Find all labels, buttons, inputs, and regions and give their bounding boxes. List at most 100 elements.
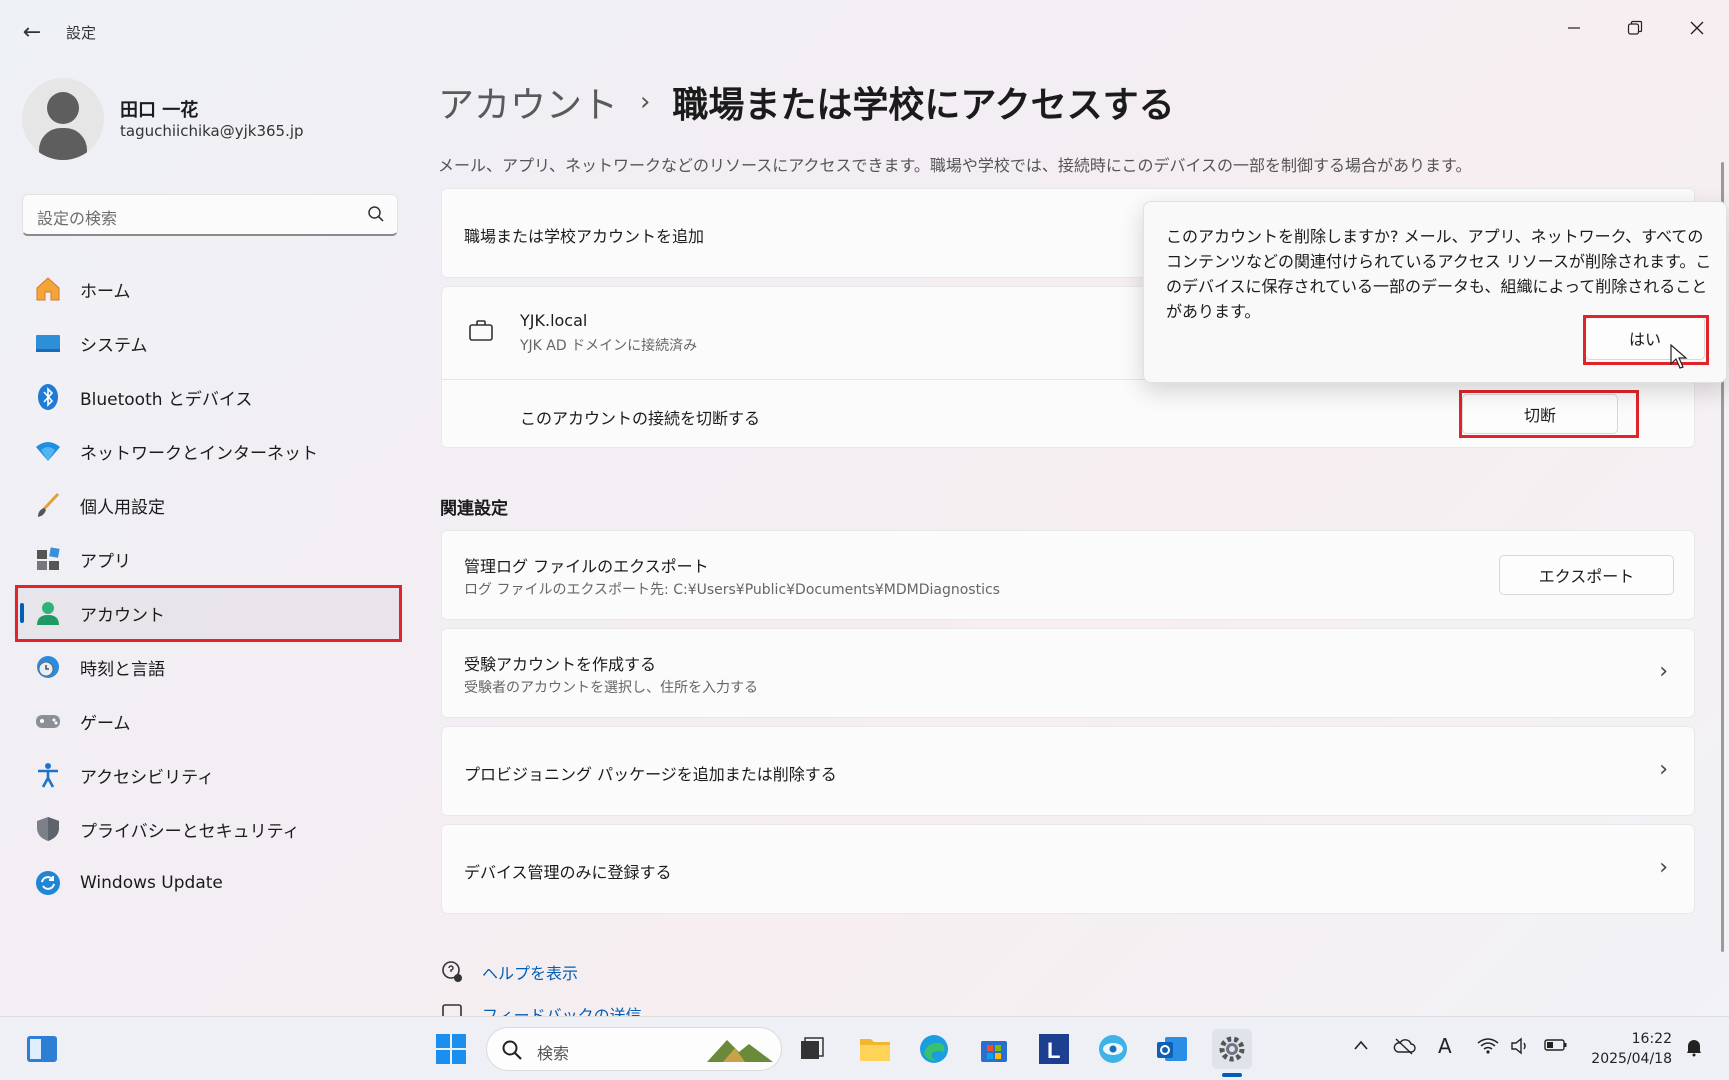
bluetooth-icon [34, 383, 62, 411]
sidebar-item-accessibility[interactable]: アクセシビリティ [14, 748, 402, 802]
provisioning-package-card[interactable]: プロビジョニング パッケージを追加または削除する › [441, 726, 1695, 816]
sidebar-item-home[interactable]: ホーム [14, 262, 402, 316]
chevron-right-icon: › [640, 87, 651, 117]
app-title: 設定 [66, 24, 97, 42]
help-link[interactable]: ヘルプを表示 [482, 960, 578, 984]
export-button[interactable]: エクスポート [1499, 555, 1674, 595]
avatar [22, 78, 104, 160]
highlight-box-accounts [15, 585, 402, 642]
breadcrumb: アカウント › 職場または学校にアクセスする [438, 76, 1175, 128]
sidebar-item-time-language[interactable]: 時刻と言語 [14, 640, 402, 694]
sidebar-item-label: ゲーム [80, 713, 131, 734]
chevron-right-icon: › [1659, 659, 1668, 684]
wifi-icon[interactable] [1477, 1037, 1499, 1059]
sidebar-item-label: ホーム [80, 281, 131, 302]
accessibility-icon [34, 761, 62, 789]
taskbar-search-placeholder: 検索 [537, 1044, 570, 1063]
exam-account-sub: 受験者のアカウントを選択し、住所を入力する [464, 680, 758, 696]
help-link-row[interactable]: ヘルプを表示 [440, 960, 578, 984]
sidebar-item-windows-update[interactable]: Windows Update [14, 856, 402, 910]
system-clock[interactable]: 16:22 2025/04/18 [1588, 1029, 1672, 1069]
feedback-link[interactable]: フィードバックの送信 [482, 1002, 642, 1016]
highlight-box-disconnect [1459, 390, 1639, 438]
home-icon [34, 275, 62, 303]
chevron-right-icon: › [1659, 855, 1668, 880]
user-profile[interactable]: 田口 一花 taguchiichika@yjk365.jp [22, 78, 402, 164]
export-logs-card: 管理ログ ファイルのエクスポート ログ ファイルのエクスポート先: C:¥Use… [441, 530, 1695, 620]
sidebar-item-label: アクセシビリティ [80, 767, 215, 788]
sidebar-item-label: システム [80, 335, 148, 356]
battery-icon[interactable] [1544, 1037, 1568, 1057]
mouse-cursor-icon [1670, 344, 1688, 369]
chevron-right-icon: › [1659, 757, 1668, 782]
search-icon[interactable] [367, 205, 385, 223]
sidebar-item-gaming[interactable]: ゲーム [14, 694, 402, 748]
briefcase-icon [469, 320, 493, 341]
sidebar-item-bluetooth[interactable]: Bluetooth とデバイス [14, 370, 402, 424]
back-arrow-icon[interactable]: ← [14, 16, 50, 48]
settings-search-box[interactable]: 設定の検索 [22, 194, 398, 236]
ime-indicator[interactable]: A [1438, 1034, 1452, 1058]
exam-account-card[interactable]: 受験アカウントを作成する 受験者のアカウントを選択し、住所を入力する › [441, 628, 1695, 718]
game-icon [34, 707, 62, 735]
related-settings-title: 関連設定 [440, 499, 508, 519]
search-input[interactable]: 設定の検索 [37, 205, 117, 229]
sidebar-item-personalization[interactable]: 個人用設定 [14, 478, 402, 532]
search-icon [502, 1040, 522, 1060]
page-title: 職場または学校にアクセスする [672, 85, 1175, 126]
taskbar-search-box[interactable]: 検索 [486, 1027, 782, 1071]
provisioning-package-title: プロビジョニング パッケージを追加または削除する [464, 765, 837, 784]
sidebar-item-privacy-security[interactable]: プライバシーとセキュリティ [14, 802, 402, 856]
feedback-link-row[interactable]: フィードバックの送信 [440, 1002, 642, 1016]
sidebar-item-system[interactable]: システム [14, 316, 402, 370]
disconnect-description: このアカウントの接続を切断する [520, 409, 761, 428]
sidebar-item-label: Bluetooth とデバイス [80, 389, 253, 410]
onedrive-cloud-icon[interactable] [1392, 1037, 1416, 1059]
edge-browser-icon[interactable] [914, 1029, 954, 1069]
help-icon [442, 961, 462, 982]
app-l-icon[interactable]: L [1034, 1029, 1074, 1069]
clock-date: 2025/04/18 [1591, 1051, 1672, 1067]
network-icon [34, 437, 62, 465]
breadcrumb-parent[interactable]: アカウント [438, 76, 618, 128]
sidebar-item-label: Windows Update [80, 873, 223, 893]
task-view-icon[interactable] [792, 1029, 832, 1069]
sidebar-item-label: 時刻と言語 [80, 659, 165, 680]
brush-icon [34, 491, 62, 519]
sidebar-item-apps[interactable]: アプリ [14, 532, 402, 586]
start-icon[interactable] [431, 1029, 471, 1069]
close-icon[interactable] [1668, 8, 1726, 48]
maximize-icon[interactable] [1606, 8, 1664, 48]
active-app-indicator [1222, 1073, 1242, 1077]
notification-bell-icon[interactable] [1684, 1037, 1704, 1061]
microsoft-store-icon[interactable] [974, 1029, 1014, 1069]
highlight-box-yes [1583, 315, 1709, 365]
device-management-title: デバイス管理のみに登録する [464, 863, 672, 882]
export-logs-title: 管理ログ ファイルのエクスポート [464, 557, 709, 576]
device-management-card[interactable]: デバイス管理のみに登録する › [441, 824, 1695, 914]
add-account-label: 職場または学校アカウントを追加 [464, 227, 705, 246]
chevron-up-icon[interactable] [1352, 1037, 1370, 1056]
settings-gear-icon[interactable] [1212, 1029, 1252, 1069]
feedback-icon [442, 1004, 462, 1016]
file-explorer-icon[interactable] [855, 1029, 895, 1069]
sidebar-item-network[interactable]: ネットワークとインターネット [14, 424, 402, 478]
sidebar-item-label: ネットワークとインターネット [80, 443, 318, 464]
user-email: taguchiichika@yjk365.jp [120, 122, 304, 140]
shield-icon [34, 815, 62, 843]
sidebar-item-label: プライバシーとセキュリティ [80, 821, 300, 842]
user-name: 田口 一花 [120, 100, 199, 121]
clock-time: 16:22 [1631, 1031, 1672, 1047]
account-name: YJK.local [520, 311, 588, 330]
volume-icon[interactable] [1510, 1037, 1532, 1059]
flyout-message: このアカウントを削除しますか? メール、アプリ、ネットワーク、すべてのコンテンツ… [1166, 227, 1712, 321]
minimize-icon[interactable] [1545, 8, 1603, 48]
search-highlight-image-icon [707, 1040, 773, 1062]
widgets-icon[interactable] [22, 1029, 62, 1069]
apps-icon [34, 545, 62, 573]
export-logs-path: ログ ファイルのエクスポート先: C:¥Users¥Public¥Documen… [464, 582, 1000, 598]
eye-app-icon[interactable] [1093, 1029, 1133, 1069]
outlook-icon[interactable] [1152, 1029, 1192, 1069]
page-description: メール、アプリ、ネットワークなどのリソースにアクセスできます。職場や学校では、接… [438, 156, 1472, 175]
system-icon [34, 329, 62, 357]
